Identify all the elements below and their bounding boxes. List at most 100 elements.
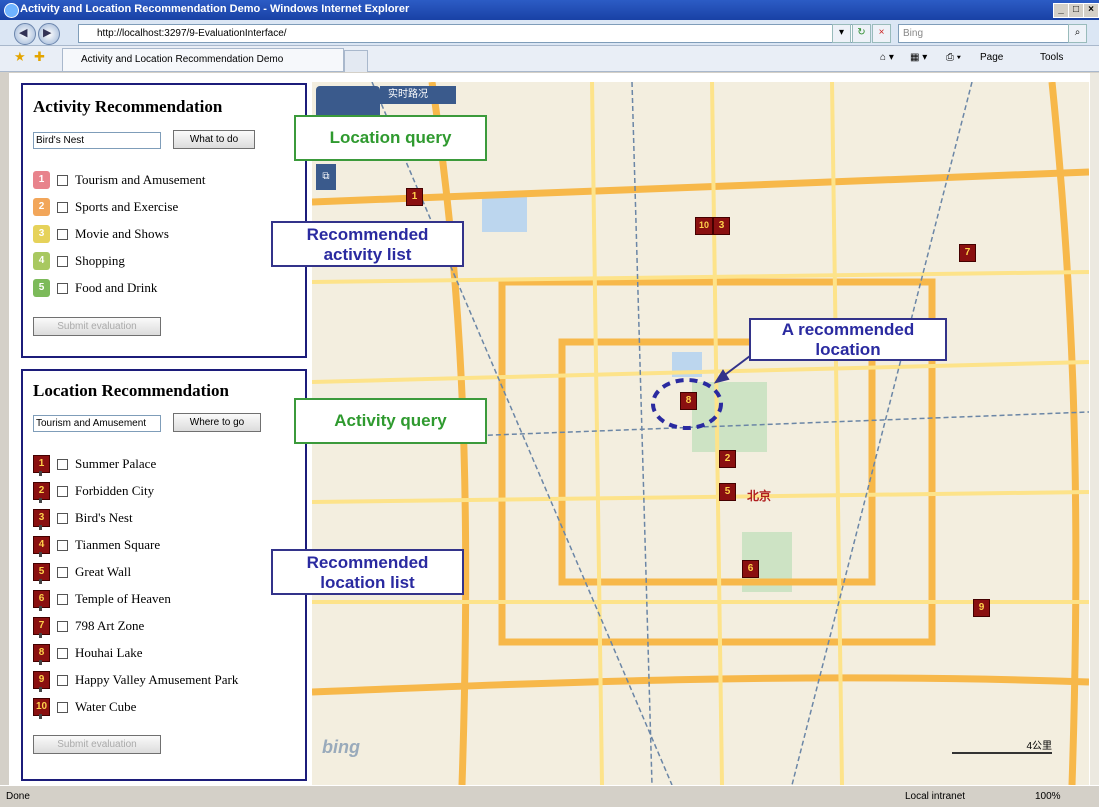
location-checkbox[interactable]	[57, 675, 68, 686]
map-pin-3[interactable]: 3	[713, 217, 730, 235]
activity-category-icon: 4	[33, 252, 50, 270]
window-title: Activity and Location Recommendation Dem…	[20, 3, 410, 15]
stop-icon[interactable]: ×	[872, 24, 891, 43]
refresh-icon[interactable]: ↻	[852, 24, 871, 43]
callout-line-1: Recommended	[306, 225, 429, 244]
map-pin-7[interactable]: 7	[959, 244, 976, 262]
back-button[interactable]: ◀	[14, 23, 36, 45]
location-pin-icon: 3	[33, 509, 50, 530]
activity-label: Movie and Shows	[75, 226, 169, 241]
location-query-input[interactable]: Bird's Nest	[33, 132, 161, 149]
new-tab-button[interactable]	[344, 50, 368, 72]
map-pin-9[interactable]: 9	[973, 599, 990, 617]
location-label: Happy Valley Amusement Park	[75, 672, 239, 687]
close-button[interactable]: ×	[1083, 3, 1099, 18]
activity-label: Tourism and Amusement	[75, 172, 206, 187]
what-to-do-button[interactable]: What to do	[173, 130, 255, 149]
activity-checkbox[interactable]	[57, 202, 68, 213]
tools-menu[interactable]: Tools	[1040, 52, 1063, 63]
location-checkbox[interactable]	[57, 702, 68, 713]
status-bar: Done Local intranet 100%	[0, 785, 1099, 807]
search-icon[interactable]: ⌕	[1068, 24, 1087, 43]
location-submit-button[interactable]: Submit evaluation	[33, 735, 161, 754]
address-dropdown-button[interactable]: ▾	[832, 24, 851, 43]
location-checkbox[interactable]	[57, 594, 68, 605]
location-checkbox[interactable]	[57, 513, 68, 524]
where-to-go-button[interactable]: Where to go	[173, 413, 261, 432]
location-pin-icon: 7	[33, 617, 50, 638]
map-side-control[interactable]: ⧉	[316, 164, 336, 190]
zoom-level[interactable]: 100%	[1035, 791, 1061, 802]
location-pin-icon: 10	[33, 698, 50, 719]
activity-label: Food and Drink	[75, 280, 158, 295]
activity-category-icon: 1	[33, 171, 50, 189]
forward-button[interactable]: ▶	[38, 23, 60, 45]
feeds-icon[interactable]: ▦ ▾	[910, 52, 927, 63]
activity-query-input[interactable]: Tourism and Amusement	[33, 415, 161, 432]
browser-tab[interactable]: Activity and Location Recommendation Dem…	[62, 48, 344, 71]
ie-icon	[4, 3, 19, 18]
location-checkbox[interactable]	[57, 621, 68, 632]
location-label: Temple of Heaven	[75, 591, 171, 606]
minimize-button[interactable]: _	[1053, 3, 1069, 18]
activity-checkbox[interactable]	[57, 229, 68, 240]
activity-label: Sports and Exercise	[75, 199, 179, 214]
callout-line-1: Recommended	[306, 553, 429, 572]
location-pin-icon: 8	[33, 644, 50, 665]
activity-category-icon: 3	[33, 225, 50, 243]
recommended-location-list-callout: Recommended location list	[271, 549, 464, 595]
realtime-traffic-button[interactable]: 实时路况	[380, 86, 456, 104]
location-query-callout: Location query	[294, 115, 487, 161]
window-title-bar: Activity and Location Recommendation Dem…	[0, 0, 1099, 20]
favorites-star-icon[interactable]: ★	[14, 49, 26, 65]
location-label: Water Cube	[75, 699, 137, 714]
location-checkbox[interactable]	[57, 648, 68, 659]
location-checkbox[interactable]	[57, 459, 68, 470]
location-checkbox[interactable]	[57, 486, 68, 497]
location-pin-icon: 2	[33, 482, 50, 503]
activity-label: Shopping	[75, 253, 125, 268]
a-recommended-location-callout: A recommended location	[749, 318, 947, 361]
map-pin-2[interactable]: 2	[719, 450, 736, 468]
location-label: Houhai Lake	[75, 645, 143, 660]
callout-line-2: location	[815, 340, 881, 359]
recommended-activity-list-callout: Recommended activity list	[271, 221, 464, 267]
activity-category-icon: 2	[33, 198, 50, 216]
callout-line-1: A recommended	[781, 320, 915, 339]
page-menu[interactable]: Page	[980, 52, 1003, 63]
map-pin-8[interactable]: 8	[680, 392, 697, 410]
map-pin-1[interactable]: 1	[406, 188, 423, 206]
add-favorites-icon[interactable]: ✚	[34, 49, 45, 65]
map-scale: 4公里	[952, 737, 1052, 754]
location-panel-title: Location Recommendation	[33, 381, 229, 400]
map-pin-6[interactable]: 6	[742, 560, 759, 578]
location-label: Great Wall	[75, 564, 132, 579]
activity-checkbox[interactable]	[57, 175, 68, 186]
map-pin-10[interactable]: 10	[695, 217, 713, 235]
maximize-button[interactable]: □	[1068, 3, 1084, 18]
activity-category-icon: 5	[33, 279, 50, 297]
print-icon[interactable]: ⎙ ▾	[946, 52, 961, 63]
location-label: Bird's Nest	[75, 510, 133, 525]
location-pin-icon: 5	[33, 563, 50, 584]
callout-line-2: location list	[320, 573, 415, 592]
activity-submit-button[interactable]: Submit evaluation	[33, 317, 161, 336]
activity-checkbox[interactable]	[57, 283, 68, 294]
location-checkbox[interactable]	[57, 540, 68, 551]
callout-line-2: activity list	[323, 245, 412, 264]
location-pin-icon: 6	[33, 590, 50, 611]
forward-arrow-icon: ▶	[43, 27, 52, 39]
activity-checkbox[interactable]	[57, 256, 68, 267]
vertical-scrollbar[interactable]	[1090, 73, 1099, 785]
status-text: Done	[6, 791, 30, 802]
location-recommendation-panel: Location Recommendation Tourism and Amus…	[21, 369, 307, 781]
map-pin-5[interactable]: 5	[719, 483, 736, 501]
location-pin-icon: 1	[33, 455, 50, 476]
location-label: Summer Palace	[75, 456, 157, 471]
back-arrow-icon: ◀	[19, 27, 28, 39]
activity-query-callout: Activity query	[294, 398, 487, 444]
home-icon[interactable]: ⌂ ▾	[880, 52, 894, 63]
search-input[interactable]: Bing	[898, 24, 1072, 43]
location-checkbox[interactable]	[57, 567, 68, 578]
address-input[interactable]: http://localhost:3297/9-EvaluationInterf…	[78, 24, 868, 43]
